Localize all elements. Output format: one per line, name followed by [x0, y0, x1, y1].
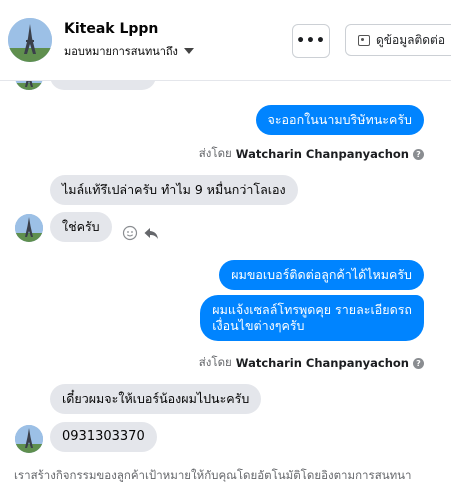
sent-by-label: ส่งโดย Watcharin Chanpanyachon ?	[199, 354, 424, 372]
sender-name[interactable]: Watcharin Chanpanyachon	[236, 356, 409, 370]
sent-by-prefix: ส่งโดย	[198, 146, 232, 160]
sender-name[interactable]: Watcharin Chanpanyachon	[236, 147, 409, 161]
message-bubble-incoming[interactable]: 0931303370	[50, 422, 157, 452]
assign-conversation-dropdown[interactable]: มอบหมายการสนทนาถึง	[64, 42, 194, 60]
assign-label: มอบหมายการสนทนาถึง	[64, 45, 178, 58]
message-bubble-incoming[interactable]: ไมล์แท้รึเปล่าครับ ทำไม 9 หมื่นกว่าโลเอง	[50, 175, 298, 205]
eiffel-tower-photo	[15, 425, 43, 453]
message-bubble-outgoing-multiline[interactable]: ผมแจ้งเซลล์โทรพูดคุย รายละเอียดรถ เงื่อน…	[200, 295, 424, 341]
view-contact-button[interactable]: ดูข้อมูลติดต่อ	[345, 24, 451, 56]
activity-notice: เราสร้างกิจกรรมของลูกค้าเป้าหมายให้กับคุ…	[0, 458, 451, 493]
message-line: เงื่อนไขต่างๆครับ	[212, 318, 305, 333]
view-contact-label: ดูข้อมูลติดต่อ	[376, 32, 446, 47]
sender-avatar	[15, 425, 43, 453]
eiffel-tower-photo	[15, 214, 43, 242]
smiley-reaction-icon[interactable]	[122, 225, 138, 241]
message-line: ผมแจ้งเซลล์โทรพูดคุย รายละเอียดรถ	[212, 302, 412, 317]
help-icon[interactable]: ?	[413, 148, 424, 160]
message-bubble-outgoing[interactable]: ผมขอเบอร์ติดต่อลูกค้าได้ไหมครับ	[219, 260, 424, 290]
caret-down-icon	[183, 48, 194, 54]
eiffel-tower-photo	[8, 18, 52, 62]
reply-icon[interactable]	[143, 225, 159, 241]
activity-notice-text: เราสร้างกิจกรรมของลูกค้าเป้าหมายให้กับคุ…	[14, 468, 412, 482]
sent-by-prefix: ส่งโดย	[198, 355, 232, 369]
message-bubble-outgoing[interactable]: จะออกในนามบริษัทนะครับ	[255, 105, 424, 135]
more-options-button[interactable]: •••	[292, 24, 330, 58]
message-bubble-incoming[interactable]: เดี๋ยวผมจะให้เบอร์น้องผมไปนะครับ	[50, 384, 262, 414]
page-avatar[interactable]	[8, 18, 52, 62]
sender-avatar	[15, 214, 43, 242]
message-bubble-incoming[interactable]: ใช่ครับ	[50, 212, 112, 242]
page-name[interactable]: Kiteak Lppn	[64, 21, 158, 37]
help-icon[interactable]: ?	[413, 357, 424, 369]
contact-card-icon	[358, 34, 370, 46]
conversation-header: Kiteak Lppn มอบหมายการสนทนาถึง ••• ดูข้อ…	[0, 0, 451, 81]
sent-by-label: ส่งโดย Watcharin Chanpanyachon ?	[199, 145, 424, 163]
